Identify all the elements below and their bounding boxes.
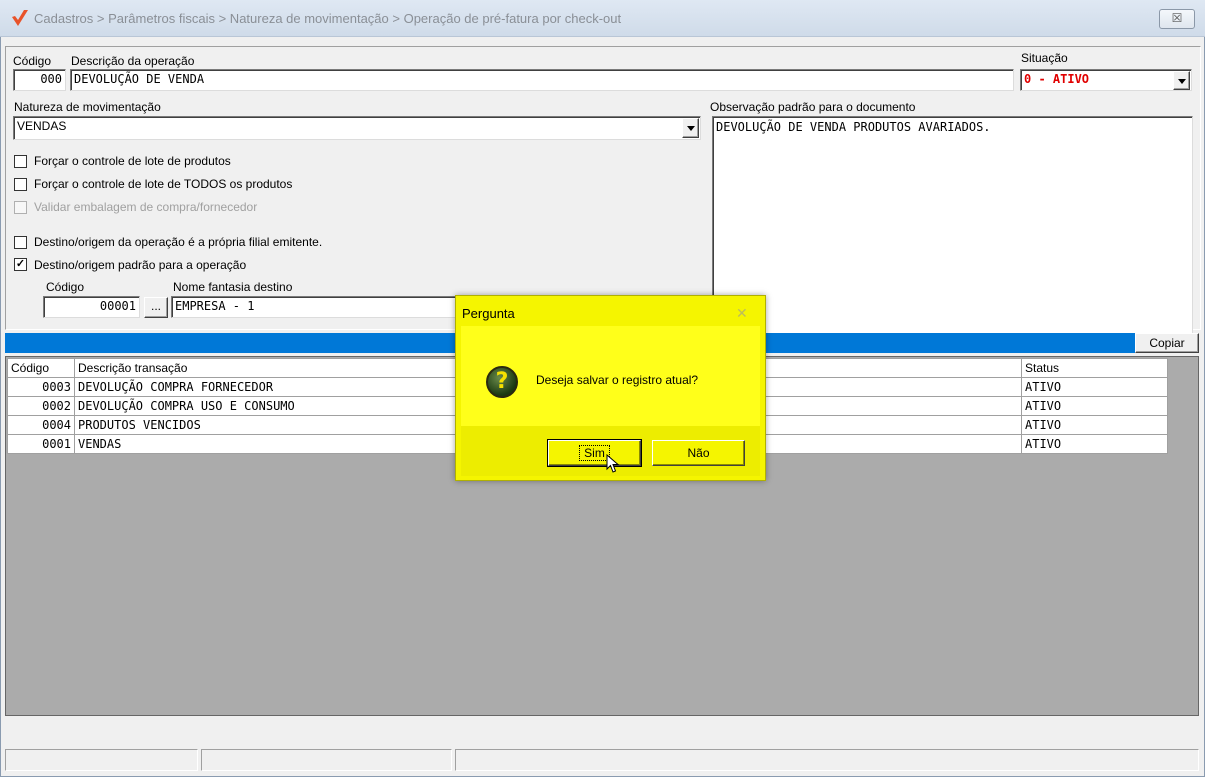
destino-lookup-button[interactable]: ...	[144, 297, 168, 318]
codigo-input[interactable]: 000	[13, 69, 66, 91]
dialog-message: Deseja salvar o registro atual?	[536, 373, 699, 387]
sim-button[interactable]: Sim	[547, 439, 642, 467]
checkbox-validar-embalagem-label: Validar embalagem de compra/fornecedor	[34, 200, 258, 214]
dialog-close-icon[interactable]: ✕	[736, 305, 748, 322]
status-segment-2	[201, 749, 452, 771]
observacao-label: Observação padrão para o documento	[710, 100, 916, 114]
cell-codigo: 0003	[7, 377, 75, 397]
question-icon: ?	[486, 366, 518, 398]
column-header-codigo[interactable]: Código	[7, 358, 75, 378]
checkbox-forcar-lote[interactable]	[14, 155, 27, 168]
column-header-status[interactable]: Status	[1021, 358, 1168, 378]
descricao-label: Descrição da operação	[71, 54, 195, 68]
cell-status: ATIVO	[1021, 415, 1168, 435]
confirm-dialog: Pergunta ✕ ? Deseja salvar o registro at…	[455, 295, 766, 481]
nao-button[interactable]: Não	[652, 440, 745, 466]
situacao-select[interactable]: 0 - ATIVO	[1020, 69, 1192, 91]
checkbox-destino-padrao[interactable]: ✓	[14, 258, 27, 271]
destino-nome-input[interactable]: EMPRESA - 1	[171, 296, 456, 318]
app-logo-icon	[12, 10, 28, 26]
checkbox-propria-filial-label[interactable]: Destino/origem da operação é a própria f…	[34, 235, 322, 249]
natureza-select[interactable]: VENDAS	[13, 116, 701, 140]
dialog-title: Pergunta	[462, 306, 515, 321]
checkbox-forcar-lote-todos[interactable]	[14, 178, 27, 191]
window-title: Cadastros > Parâmetros fiscais > Naturez…	[34, 11, 622, 26]
cell-codigo: 0002	[7, 396, 75, 416]
copiar-button[interactable]: Copiar	[1135, 333, 1199, 353]
codigo-label: Código	[13, 54, 52, 68]
mouse-cursor-icon	[606, 454, 620, 473]
close-icon: ☒	[1171, 11, 1183, 25]
window-close-button[interactable]: ☒	[1159, 9, 1195, 29]
cell-status: ATIVO	[1021, 434, 1168, 454]
title-bar: Cadastros > Parâmetros fiscais > Naturez…	[0, 0, 1205, 37]
status-segment-3	[455, 749, 1199, 771]
situacao-label: Situação	[1021, 51, 1068, 65]
situacao-dropdown-button[interactable]	[1173, 71, 1190, 90]
cell-codigo: 0004	[7, 415, 75, 435]
cell-status: ATIVO	[1021, 396, 1168, 416]
destino-nome-label: Nome fantasia destino	[173, 280, 293, 294]
checkbox-forcar-lote-todos-label[interactable]: Forçar o controle de lote de TODOS os pr…	[34, 177, 292, 191]
nao-button-label: Não	[687, 446, 710, 460]
destino-codigo-label: Código	[46, 280, 85, 294]
status-bar	[5, 749, 1199, 773]
observacao-textarea[interactable]: DEVOLUÇÃO DE VENDA PRODUTOS AVARIADOS.	[712, 116, 1193, 346]
cell-status: ATIVO	[1021, 377, 1168, 397]
checkbox-forcar-lote-label[interactable]: Forçar o controle de lote de produtos	[34, 154, 231, 168]
destino-codigo-input[interactable]: 00001	[43, 296, 140, 318]
cell-codigo: 0001	[7, 434, 75, 454]
status-segment-1	[5, 749, 198, 771]
descricao-input[interactable]: DEVOLUÇÃO DE VENDA	[70, 69, 1014, 91]
checkbox-validar-embalagem	[14, 201, 27, 214]
checkbox-propria-filial[interactable]	[14, 236, 27, 249]
natureza-label: Natureza de movimentação	[14, 100, 161, 114]
checkbox-destino-padrao-label[interactable]: Destino/origem padrão para a operação	[34, 258, 246, 272]
natureza-dropdown-button[interactable]	[682, 118, 699, 138]
